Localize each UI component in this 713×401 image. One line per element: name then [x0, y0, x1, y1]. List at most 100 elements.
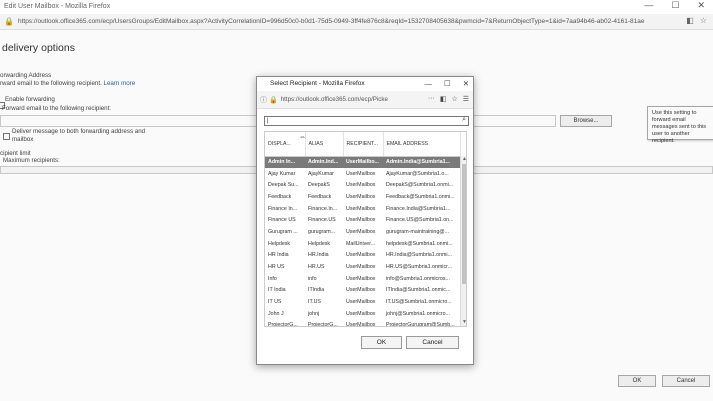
table-cell: Finance.US [308, 217, 336, 224]
minimize-icon[interactable]: — [644, 0, 653, 11]
lock-icon: 🔒 [4, 17, 14, 26]
table-cell: Finance.US@Sumbria1.on... [386, 217, 454, 224]
more-icon[interactable]: ··· [428, 95, 435, 103]
table-row[interactable]: Ajay Kumar AjayKumar UserMailbox AjayKumar@… [265, 168, 460, 180]
info-icon[interactable]: ⓘ [260, 95, 267, 105]
table-cell: UserMailbox [346, 182, 376, 189]
table-row[interactable]: ProjectorG... ProjectorG... UserMailbox Pro… [265, 320, 460, 327]
main-url-text[interactable]: https://outlook.office365.com/ecp/UsersG… [18, 18, 658, 25]
table-row[interactable]: Admin In... Admin.Ind... UserMailbo... Admi… [265, 156, 460, 168]
bookmark-star-icon[interactable]: ☆ [700, 16, 707, 25]
table-cell: Finance.In... [308, 205, 338, 212]
table-cell: info [308, 275, 317, 282]
scroll-down-icon[interactable]: ▼ [461, 319, 466, 326]
table-cell: Finance.India@Sumbria1... [386, 205, 451, 212]
lock-icon: 🔒 [269, 96, 278, 104]
vertical-scrollbar[interactable]: ▲ ▼ [460, 156, 466, 326]
window-controls: — ☐ ✕ [644, 0, 705, 11]
table-cell: AjayKumar@Sumbria1.o... [386, 170, 449, 177]
table-cell: helpdesk@Sumbria1.onmi... [386, 240, 453, 247]
table-row[interactable]: Deepak Su... DeepakS UserMailbox DeepakS@Su… [265, 179, 460, 191]
table-cell: Ajay Kumar [268, 170, 296, 177]
table-cell: Admin.Ind... [305, 156, 343, 168]
scroll-up-icon[interactable]: ▲ [461, 156, 466, 163]
table-cell: IT.US [308, 299, 321, 306]
bookmark-star-icon[interactable]: ☆ [451, 95, 457, 103]
pocket-icon[interactable]: ◧ [686, 16, 694, 25]
table-row[interactable]: Feedback Feedback UserMailbox Feedback@Sumb… [265, 191, 460, 203]
table-row[interactable]: IT India ITIndia UserMailbox ITIndia@Sumbri… [265, 285, 460, 297]
table-cell: HR.US@Sumbria1.onmicr... [386, 264, 453, 271]
table-row[interactable]: Gurugram ... gurugram... UserMailbox gurugr… [265, 226, 460, 238]
table-cell: Feedback [268, 193, 292, 200]
column-header[interactable]: ALIAS [305, 132, 344, 157]
search-icon[interactable]: ⌕ [462, 116, 466, 124]
table-cell: AjayKumar [308, 170, 334, 177]
table-cell: HR US [268, 264, 285, 271]
table-cell: UserMailbox [346, 299, 376, 306]
table-cell: UserMailbox [346, 193, 376, 200]
table-cell: Helpdesk [268, 240, 291, 247]
table-cell: HR India [268, 252, 289, 259]
table-row[interactable]: HR US HR.US UserMailbox HR.US@Sumbria1.onmi… [265, 261, 460, 273]
table-cell: IT.US@Sumbria1.onmicro... [386, 299, 452, 306]
table-row[interactable]: John J johnj UserMailbox johnj@Sumbria1.onm… [265, 308, 460, 320]
table-cell: IT India [268, 287, 286, 294]
close-icon[interactable]: ✕ [463, 79, 469, 88]
table-cell: gurugram... [308, 228, 336, 235]
table-cell: UserMailbox [346, 310, 376, 317]
table-cell: HR.US [308, 264, 325, 271]
close-icon[interactable]: ✕ [697, 0, 705, 11]
table-cell: ITIndia [308, 287, 325, 294]
window-title: Edit User Mailbox - Mozilla Firefox [0, 0, 713, 14]
maximize-icon[interactable]: ☐ [671, 0, 679, 11]
dialog-cancel-button[interactable]: Cancel [406, 336, 459, 349]
table-row[interactable]: HR India HR.India UserMailbox HR.India@Sumb… [265, 250, 460, 262]
table-cell: UserMailbox [346, 287, 376, 294]
table-cell: info@Sumbria1.onmicros... [386, 275, 450, 282]
table-cell: johnj [308, 310, 320, 317]
table-cell: HR.India [308, 252, 329, 259]
scrollbar-thumb[interactable] [462, 164, 466, 284]
recipient-table: DISPLA... ALIAS RECIPIENT... EMAIL ADDRESS … [265, 132, 461, 327]
table-cell: Helpdesk [308, 240, 331, 247]
table-cell: Feedback@Sumbria1.onmi... [386, 193, 455, 200]
main-address-bar[interactable]: 🔒 https://outlook.office365.com/ecp/User… [0, 14, 713, 30]
select-recipient-dialog: Select Recipient - Mozilla Firefox — ☐ ✕… [256, 76, 474, 365]
table-cell: MailUniver... [346, 240, 376, 247]
table-cell: ProjectorG... [268, 322, 298, 327]
table-cell: johnj@Sumbria1.onmicro... [386, 310, 450, 317]
table-cell: UserMailbox [346, 217, 376, 224]
table-cell: HR.India@Sumbria1.onmi... [386, 252, 453, 259]
table-row[interactable]: Finance In... Finance.In... UserMailbox Fin… [265, 203, 460, 215]
table-cell: UserMailbox [346, 322, 376, 327]
text-cursor-icon: | [267, 118, 269, 124]
table-body: Admin In... Admin.Ind... UserMailbo... Admi… [265, 156, 460, 327]
maximize-icon[interactable]: ☐ [444, 79, 451, 88]
recipient-grid: DISPLA... ALIAS RECIPIENT... EMAIL ADDRESS … [264, 131, 467, 327]
search-input[interactable]: | ⌕ [264, 116, 469, 126]
mouse-cursor-icon: ⇔ [299, 134, 306, 141]
table-row[interactable]: Info info UserMailbox info@Sumbria1.onmicro… [265, 273, 460, 285]
table-cell: UserMailbox [346, 170, 376, 177]
table-cell: UserMailbox [346, 205, 376, 212]
column-header[interactable]: EMAIL ADDRESS [383, 132, 461, 157]
pocket-icon[interactable]: ◧ [440, 95, 447, 103]
table-cell: Deepak Su... [268, 182, 299, 189]
table-cell: Finance In... [268, 205, 298, 212]
dialog-ok-button[interactable]: OK [361, 336, 402, 349]
dialog-window-controls: — ☐ ✕ [424, 79, 469, 88]
table-row[interactable]: Helpdesk Helpdesk MailUniver... helpdesk@Su… [265, 238, 460, 250]
minimize-icon[interactable]: — [424, 79, 432, 88]
table-cell: ITIndia@Sumbria1.onmic... [386, 287, 451, 294]
table-row[interactable]: IT US IT.US UserMailbox IT.US@Sumbria1.onmi… [265, 296, 460, 308]
table-cell: UserMailbox [346, 264, 376, 271]
dialog-address-bar[interactable]: ⓘ 🔒 https://outlook.office365.com/ecp/Pi… [257, 91, 473, 109]
dialog-url-text[interactable]: https://outlook.office365.com/ecp/Picke [281, 96, 401, 103]
menu-icon[interactable]: ☰ [463, 95, 469, 103]
column-header[interactable]: RECIPIENT... [343, 132, 384, 157]
table-cell: Admin.India@Sumbria1... [383, 156, 460, 168]
table-cell: UserMailbo... [343, 156, 383, 168]
table-row[interactable]: Finance US Finance.US UserMailbox Finance.U… [265, 214, 460, 226]
table-cell: UserMailbox [346, 252, 376, 259]
